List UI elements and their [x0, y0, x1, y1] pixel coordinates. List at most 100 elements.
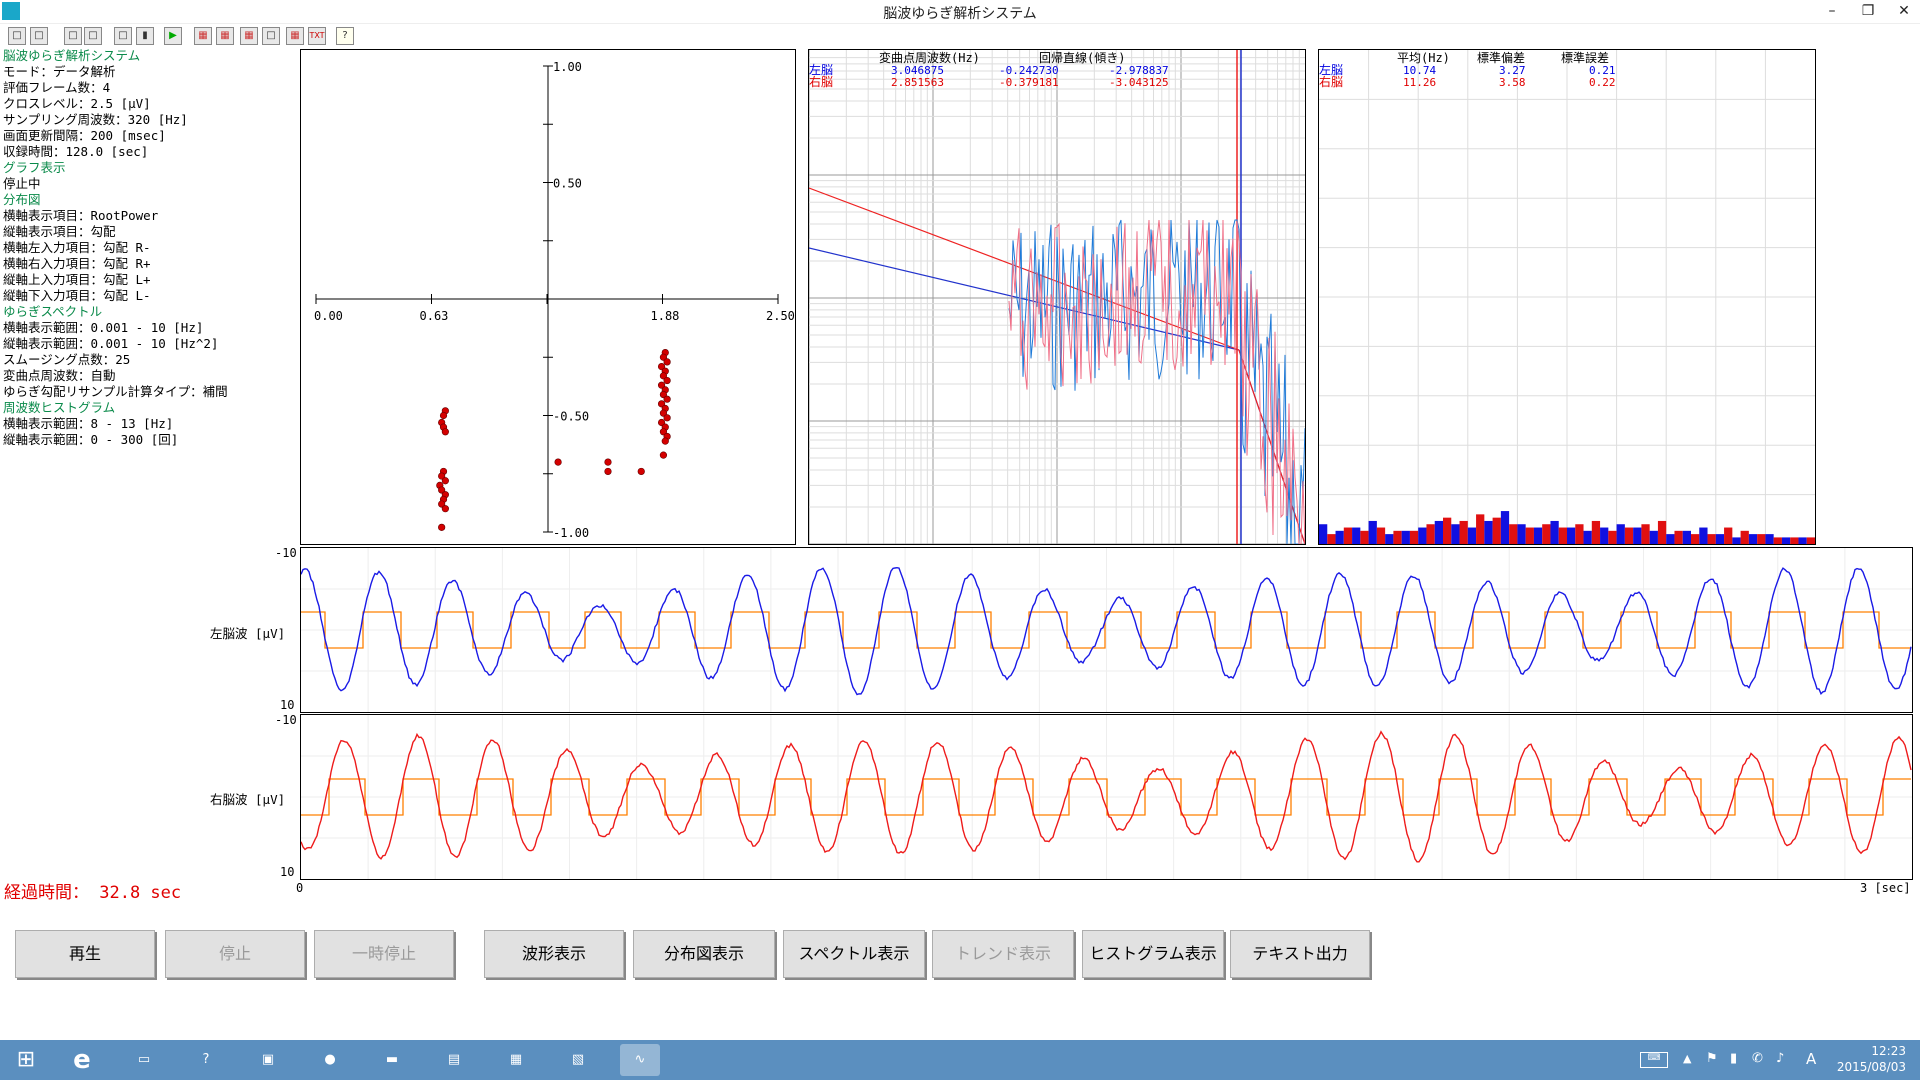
clock[interactable]: 12:23 2015/08/03	[1837, 1043, 1906, 1075]
keyboard-icon[interactable]: ⌨	[1640, 1052, 1668, 1068]
elapsed-time: 経過時間： 32.8 sec	[4, 883, 182, 903]
hist-bar-right	[1426, 524, 1435, 544]
hist-bar-left	[1368, 520, 1377, 544]
scatter-point	[554, 458, 562, 466]
left-wave-label: 左脳波 [μV]	[210, 626, 286, 641]
hist-bar-left	[1567, 527, 1576, 544]
trend-view-button[interactable]: トレンド表示	[932, 930, 1074, 978]
hist-row-label: 右脳	[1319, 74, 1343, 89]
info-icon[interactable]: □	[8, 27, 26, 45]
monitor-icon[interactable]: ▤	[434, 1044, 474, 1076]
scatter-view-button[interactable]: 分布図表示	[633, 930, 775, 978]
x-tick-label: 0.00	[314, 309, 343, 323]
stop-button[interactable]: 停止	[165, 930, 305, 978]
window-title: 脳波ゆらぎ解析システム	[883, 6, 1037, 22]
network-icon[interactable]: ▧	[558, 1044, 598, 1076]
scatter-point	[663, 395, 671, 403]
stop-rec-icon[interactable]: □	[64, 27, 82, 45]
trend-icon[interactable]: □	[262, 27, 280, 45]
help-book-icon[interactable]: ?	[186, 1044, 226, 1076]
hist-bar-right	[1757, 534, 1766, 544]
left-spectrum-trace	[1008, 219, 1306, 545]
eeg-app-icon[interactable]: ∿	[620, 1044, 660, 1076]
wave-icon[interactable]: ▦	[194, 27, 212, 45]
grid-icon[interactable]: □	[30, 27, 48, 45]
hist-bar-left	[1649, 530, 1658, 544]
info-line: 横軸右入力項目：勾配 R+	[3, 256, 151, 271]
info-line: 収録時間：128.0 [sec]	[3, 144, 149, 159]
info-line: 横軸表示範囲：0.001 - 10 [Hz]	[3, 320, 204, 335]
left-wave-plot	[300, 548, 1912, 712]
hist-bar-right	[1624, 527, 1634, 544]
spectrum-view-button[interactable]: スペクトル表示	[783, 930, 925, 978]
left-wave-panel	[300, 547, 1913, 713]
info-line: 横軸表示項目：RootPower	[3, 208, 159, 223]
hist-se-value: 0.22	[1589, 76, 1616, 89]
hist-bar-right	[1525, 527, 1534, 544]
info-line: スムージング点数：25	[3, 352, 131, 367]
scatter-point	[441, 428, 449, 436]
scatter-point	[661, 437, 669, 445]
y-tick-label: 0.50	[553, 177, 582, 191]
tray-arrow-icon[interactable]: ▲	[1683, 1052, 1691, 1065]
restore-button[interactable]: ❐	[1853, 0, 1883, 22]
hist-bar-right	[1657, 520, 1667, 544]
txt-icon[interactable]: TXT	[308, 27, 326, 45]
firefox-icon[interactable]: ●	[310, 1044, 350, 1076]
close-button[interactable]: ✕	[1889, 0, 1919, 22]
square-icon[interactable]: □	[114, 27, 132, 45]
scatter-plot: 0.00 0.63 1.88 2.50 1.00 0.50 -0.50 -1.00	[314, 60, 795, 540]
hist-bar-right	[1492, 517, 1501, 544]
hist-bar-left	[1319, 524, 1328, 544]
x-tick-label: 2.50	[766, 309, 795, 323]
ie-icon[interactable]: e	[62, 1044, 102, 1076]
hist-bar-left	[1715, 534, 1725, 544]
right-wave-top-label: -10	[275, 713, 297, 727]
pause-button[interactable]: 一時停止	[314, 930, 454, 978]
spectrum-icon[interactable]: ▦	[240, 27, 258, 45]
right-wave-label: 右脳波 [μV]	[210, 792, 286, 807]
info-section-heading: 脳波ゆらぎ解析システム	[3, 48, 141, 63]
scatter-point	[441, 477, 449, 485]
hist-bar-right	[1641, 524, 1650, 544]
hist-bar-left	[1352, 527, 1361, 544]
play-button[interactable]: 再生	[15, 930, 155, 978]
hist-bar-right	[1790, 537, 1799, 544]
flag-icon[interactable]: ⚑	[1706, 1051, 1718, 1066]
histogram-icon[interactable]: ▦	[286, 27, 304, 45]
info-line: クロスレベル：2.5 [μV]	[3, 96, 151, 111]
hist-header: 標準偏差	[1477, 50, 1525, 65]
volume-icon[interactable]: ♪	[1776, 1051, 1784, 1066]
hist-bar-right	[1608, 530, 1617, 544]
remote-desktop-icon[interactable]: ▣	[248, 1044, 288, 1076]
hist-bar-left	[1401, 530, 1410, 544]
ime-indicator[interactable]: A	[1806, 1050, 1816, 1068]
help-icon[interactable]: ?	[336, 27, 354, 45]
battery-icon[interactable]: ▮	[1730, 1051, 1737, 1066]
play-icon[interactable]: ▶	[164, 27, 182, 45]
hist-bar-left	[1600, 527, 1609, 544]
hist-bar-right	[1591, 520, 1601, 544]
minimize-button[interactable]: –	[1817, 0, 1847, 22]
hist-bar-left	[1748, 534, 1758, 544]
file-explorer-icon[interactable]: ▭	[124, 1044, 164, 1076]
info-line: ゆらぎ勾配リサンプル計算タイプ：補間	[3, 384, 228, 399]
spectrum-row-label: 右脳	[809, 74, 833, 89]
windows-start-icon[interactable]: ⊞	[6, 1044, 46, 1076]
info-section-heading: ゆらぎスペクトル	[3, 304, 103, 319]
waveform-view-button[interactable]: 波形表示	[484, 930, 624, 978]
hist-bar-right	[1674, 530, 1683, 544]
scatter-point	[659, 451, 668, 459]
network-tray-icon[interactable]: ✆	[1752, 1051, 1763, 1066]
histogram-view-button[interactable]: ヒストグラム表示	[1082, 930, 1224, 978]
info-line: 横軸左入力項目：勾配 R-	[3, 240, 151, 255]
cmd-icon[interactable]: ▬	[372, 1044, 412, 1076]
tag-icon[interactable]: □	[84, 27, 102, 45]
hist-mean-value: 11.26	[1403, 76, 1436, 89]
calculator-icon[interactable]: ▦	[496, 1044, 536, 1076]
hist-bar-left	[1616, 524, 1625, 544]
hist-bar-right	[1459, 520, 1468, 544]
pause-icon[interactable]: ▮	[136, 27, 154, 45]
scatter-icon[interactable]: ▦	[216, 27, 234, 45]
text-output-button[interactable]: テキスト出力	[1230, 930, 1370, 978]
